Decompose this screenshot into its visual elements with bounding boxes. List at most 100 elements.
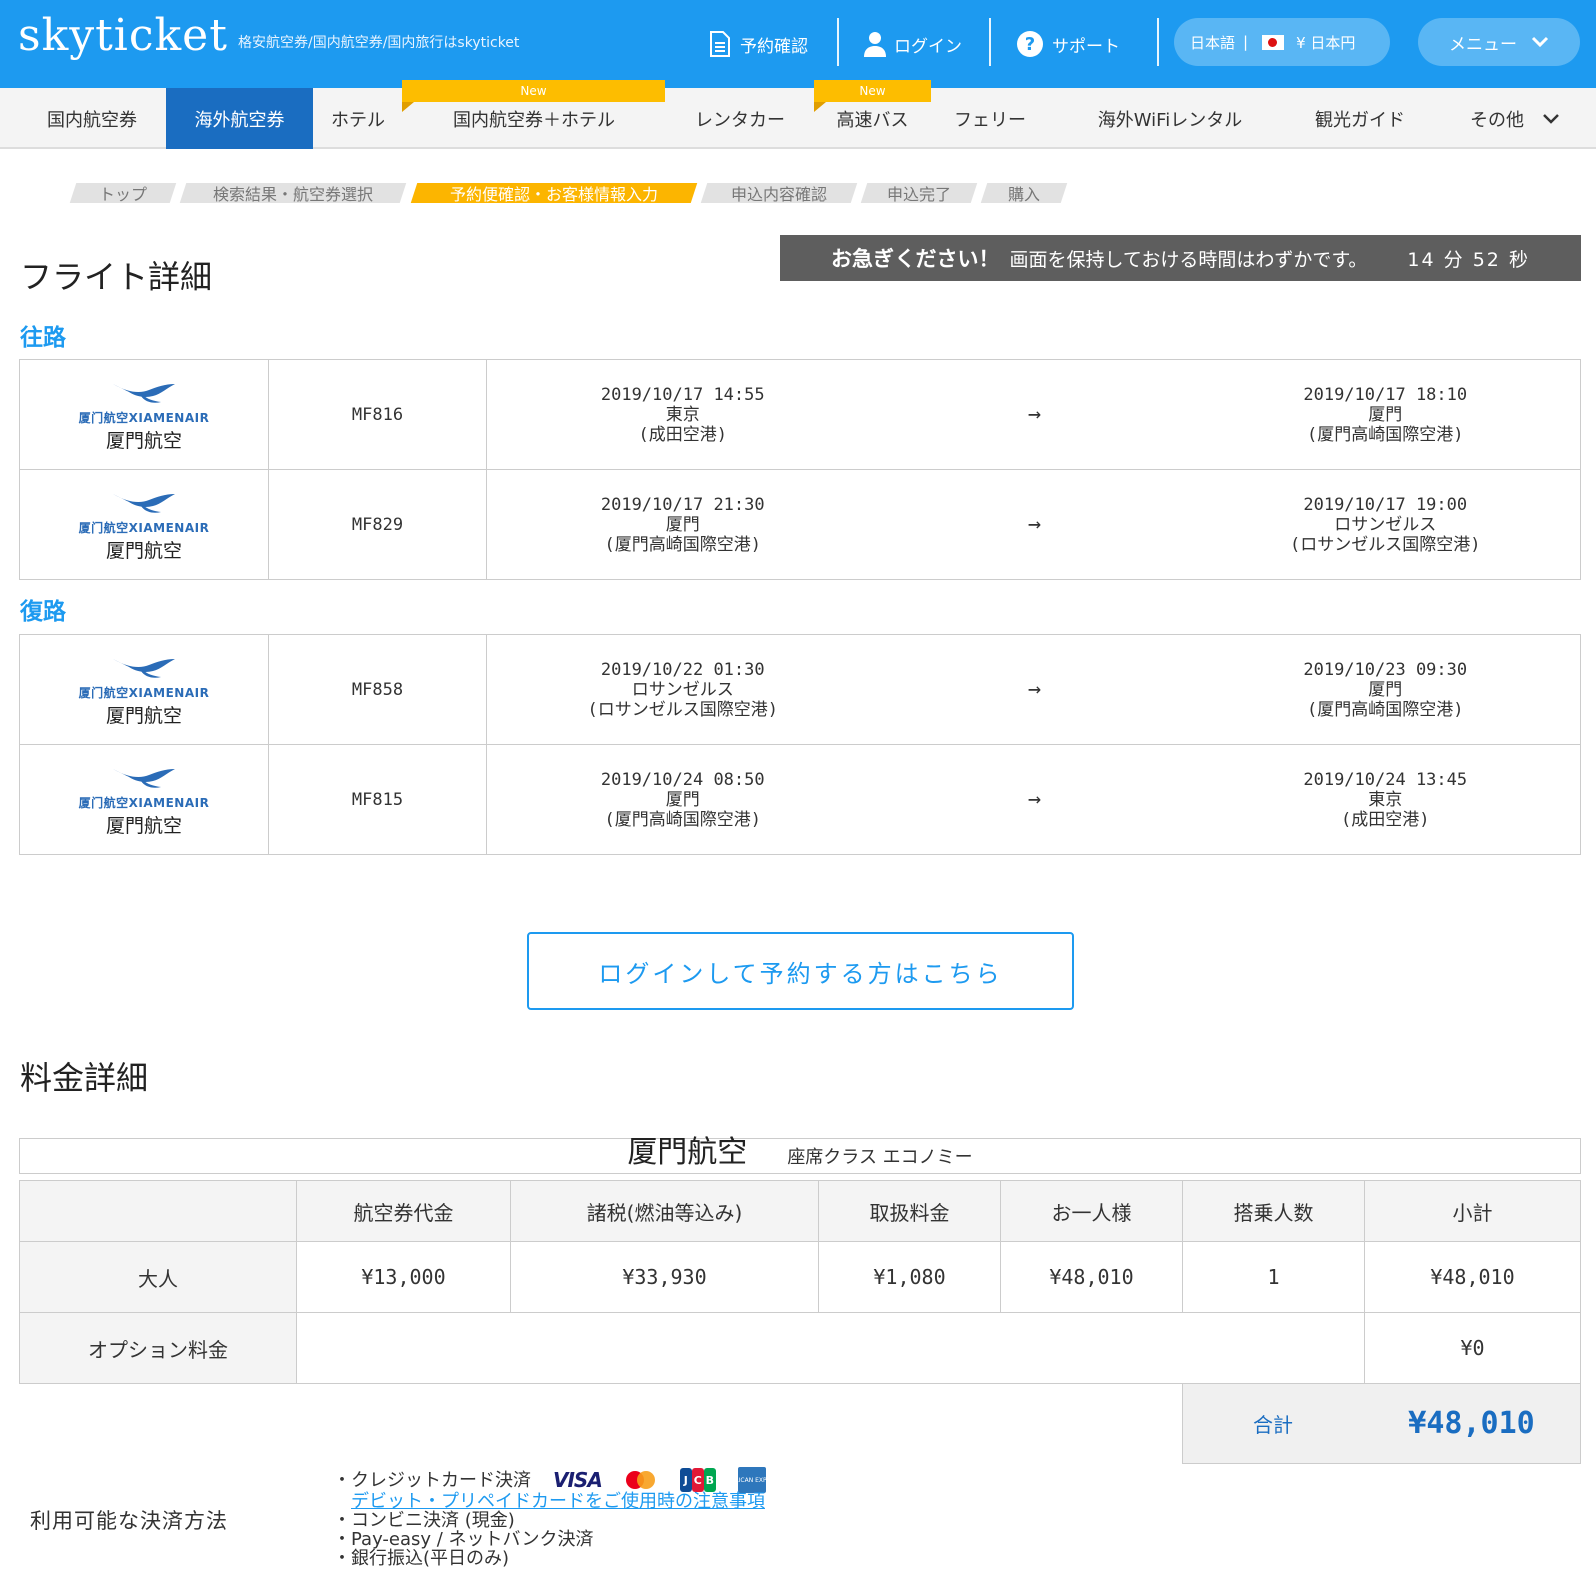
flight-number: MF829: [268, 469, 487, 580]
fare-header: 厦門航空 座席クラス エコノミー: [19, 1135, 1581, 1174]
arrival-cell: 2019/10/17 19:00 ロサンゼルス (ロサンゼルス国際空港): [1190, 469, 1581, 580]
tab-label: その他: [1470, 109, 1524, 131]
list-item: ・銀行振込(平日のみ): [333, 1549, 766, 1568]
arrival-airport: (ロサンゼルス国際空港): [1290, 534, 1481, 555]
departure-time: 2019/10/17 14:55: [600, 384, 765, 405]
col-taxes: 諸税(燃油等込み): [510, 1180, 819, 1242]
airline-logo-text: 厦门航空XIAMENAIR: [78, 686, 210, 700]
user-icon: [864, 32, 886, 57]
arrival-cell: 2019/10/24 13:45 東京 (成田空港): [1190, 744, 1581, 855]
fare-header-row: 航空券代金 諸税(燃油等込み) 取扱料金 お一人様 搭乗人数 小計: [19, 1180, 1581, 1242]
help-icon: ?: [1017, 31, 1043, 57]
adult-ticket-price: ¥13,000: [296, 1241, 511, 1313]
flight-number: MF858: [268, 634, 487, 745]
login-link[interactable]: ログイン: [864, 22, 962, 66]
adult-passenger-count: 1: [1182, 1241, 1365, 1313]
header-divider: [989, 18, 991, 66]
step-confirm-info: 予約便確認・お客様情報入力: [410, 183, 698, 204]
tab-label: 国内航空券＋ホテル: [453, 109, 615, 131]
step-search-results: 検索結果・航空券選択: [179, 183, 407, 204]
xiamen-air-bird-icon: [113, 659, 175, 678]
airline-name: 厦門航空: [105, 815, 182, 837]
total-label: 合計: [1253, 1413, 1293, 1437]
debit-card-notice-link[interactable]: デビット・プリペイドカードをご使用時の注意事項: [351, 1491, 765, 1512]
xiamen-air-bird-icon: [113, 384, 175, 403]
xiamen-air-logo: 厦门航空XIAMENAIR 厦門航空: [20, 763, 268, 836]
tab-domestic-flights[interactable]: 国内航空券: [26, 88, 158, 149]
support-link[interactable]: ? サポート: [1016, 22, 1120, 66]
header-divider: [837, 18, 839, 66]
departure-city: 厦門: [665, 514, 700, 535]
return-flights-table: 厦门航空XIAMENAIR 厦門航空 MF858 2019/10/22 01:30 ロサ…: [19, 634, 1581, 855]
tab-label: 海外WiFiレンタル: [1097, 109, 1243, 131]
visa-icon: VISA: [553, 1467, 603, 1492]
site-header: skyticket 格安航空券/国内航空券/国内旅行はskyticket 予約確…: [0, 0, 1596, 88]
timer-lead: お急ぎください！: [831, 247, 1000, 271]
header-tagline: 格安航空券/国内航空券/国内旅行はskyticket: [238, 35, 520, 51]
flight-details-title: フライト詳細: [20, 258, 213, 296]
arrival-airport: (厦門高崎国際空港): [1307, 699, 1464, 720]
chevron-down-icon: [1531, 36, 1549, 48]
chevron-down-icon: [1543, 113, 1559, 124]
total-box: 合計 ¥48,010: [1182, 1384, 1581, 1464]
col-ticket-price: 航空券代金: [296, 1180, 511, 1242]
tab-label: フェリー: [954, 109, 1026, 131]
table-row: 厦门航空XIAMENAIR 厦門航空 MF858 2019/10/22 01:30 ロサ…: [19, 634, 1581, 745]
airline-name: 厦門航空: [105, 705, 182, 727]
tab-label: 海外航空券: [194, 109, 285, 131]
flight-number: MF816: [268, 359, 487, 470]
login-to-book-button[interactable]: ログインして予約する方はこちら: [527, 932, 1074, 1010]
menu-button[interactable]: メニュー: [1418, 18, 1580, 66]
table-row: オプション料金 ¥0: [19, 1312, 1581, 1384]
airline-cell: 厦门航空XIAMENAIR 厦門航空: [19, 634, 269, 745]
timer-seconds: 52: [1472, 248, 1501, 271]
arrival-city: 厦門: [1368, 679, 1403, 700]
payment-methods-list: ・クレジットカード決済 VISA J C B AMERICAN EXPRESS …: [333, 1467, 782, 1568]
airline-logo-text: 厦门航空XIAMENAIR: [78, 521, 210, 535]
step-complete: 申込完了: [860, 183, 978, 204]
tab-international-flights[interactable]: 海外航空券: [166, 88, 313, 149]
fare-airline: 厦門航空: [627, 1135, 748, 1170]
tab-hotel[interactable]: ホテル: [313, 88, 403, 149]
tab-label: 観光ガイド: [1315, 109, 1405, 131]
arrival-cell: 2019/10/23 09:30 厦門 (厦門高崎国際空港): [1190, 634, 1581, 745]
tab-rental-car[interactable]: レンタカー: [665, 88, 815, 149]
language-currency-selector[interactable]: 日本語 | ¥ 日本円: [1174, 18, 1390, 66]
tab-ferry[interactable]: フェリー: [930, 88, 1050, 149]
adult-taxes: ¥33,930: [510, 1241, 819, 1313]
skyticket-logo[interactable]: skyticket: [18, 10, 228, 61]
departure-city: 東京: [665, 404, 700, 425]
total-value: ¥48,010: [1408, 1406, 1535, 1441]
document-icon: [710, 31, 730, 57]
adult-handling-fee: ¥1,080: [818, 1241, 1001, 1313]
arrival-time: 2019/10/24 13:45: [1303, 769, 1468, 790]
tab-wifi-rental[interactable]: 海外WiFiレンタル: [1070, 88, 1270, 149]
departure-city: 厦門: [665, 789, 700, 810]
step-label: 予約便確認・お客様情報入力: [449, 185, 658, 204]
tab-sightseeing-guide[interactable]: 観光ガイド: [1290, 88, 1430, 149]
payeasy-payment: ・Pay-easy / ネットバンク決済: [333, 1529, 594, 1550]
tab-others[interactable]: その他: [1450, 88, 1580, 149]
airline-name: 厦門航空: [105, 430, 182, 452]
table-row: 大人 ¥13,000 ¥33,930 ¥1,080 ¥48,010 1 ¥48,…: [19, 1241, 1581, 1313]
departure-cell: 2019/10/22 01:30 ロサンゼルス (ロサンゼルス国際空港): [486, 634, 879, 745]
arrival-time: 2019/10/23 09:30: [1303, 659, 1468, 680]
bank-transfer-payment: ・銀行振込(平日のみ): [333, 1548, 510, 1569]
arrival-city: 東京: [1368, 789, 1403, 810]
arrow-right-icon: →: [878, 469, 1191, 580]
currency-label: ¥ 日本円: [1296, 33, 1356, 52]
step-top: トップ: [69, 183, 177, 204]
reservation-check-label: 予約確認: [740, 36, 808, 57]
mastercard-icon: [624, 1469, 658, 1491]
row-label-option: オプション料金: [19, 1312, 297, 1384]
departure-city: ロサンゼルス: [631, 679, 734, 700]
arrival-cell: 2019/10/17 18:10 厦門 (厦門高崎国際空港): [1190, 359, 1581, 470]
reservation-check-link[interactable]: 予約確認: [708, 22, 808, 66]
departure-cell: 2019/10/24 08:50 厦門 (厦門高崎国際空港): [486, 744, 879, 855]
airline-name: 厦門航空: [105, 540, 182, 562]
return-label: 復路: [20, 599, 66, 625]
col-subtotal: 小計: [1364, 1180, 1581, 1242]
tab-label: ホテル: [331, 109, 385, 131]
xiamen-air-bird-icon: [113, 769, 175, 788]
category-nav: 国内航空券 海外航空券 ホテル 国内航空券＋ホテル レンタカー 高速バス フェリ…: [0, 88, 1596, 149]
